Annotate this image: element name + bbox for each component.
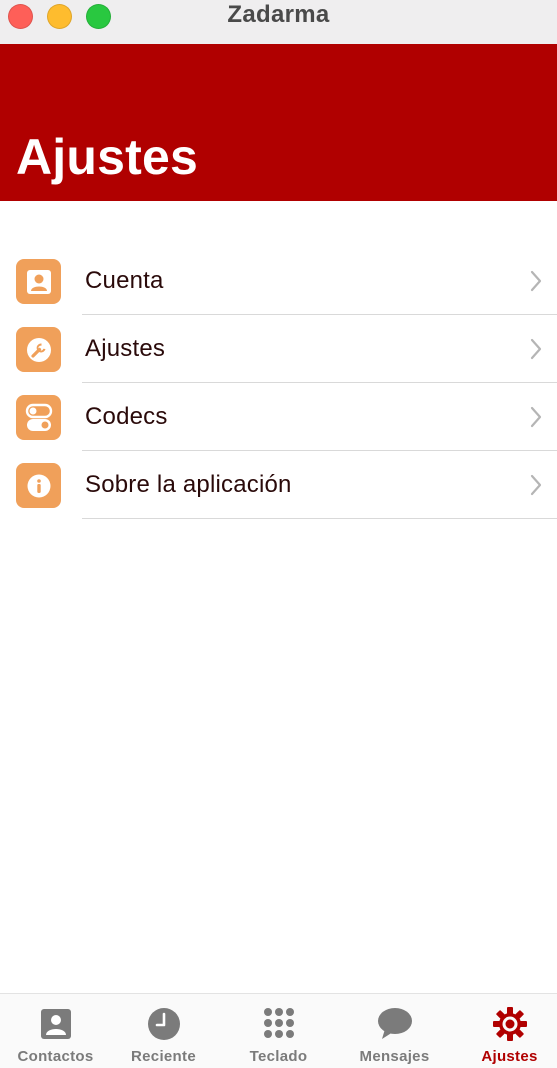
tab-reciente[interactable]: Reciente [108, 994, 219, 1068]
page-title: Ajustes [16, 129, 199, 185]
menu-item-codecs[interactable]: Codecs [0, 383, 557, 451]
menu-item-cuenta[interactable]: Cuenta [0, 247, 557, 315]
toggles-icon [16, 395, 61, 440]
gear-icon [492, 1006, 528, 1042]
tab-contactos[interactable]: Contactos [0, 994, 111, 1068]
tab-label: Teclado [249, 1048, 308, 1065]
chat-bubble-icon [377, 1006, 413, 1042]
menu-item-label: Sobre la aplicación [85, 471, 292, 498]
menu-item-label: Codecs [85, 403, 168, 430]
tab-ajustes[interactable]: Ajustes [454, 994, 557, 1068]
chevron-right-icon [530, 406, 542, 428]
tab-label: Reciente [131, 1048, 196, 1065]
chevron-right-icon [530, 270, 542, 292]
chevron-right-icon [530, 474, 542, 496]
maximize-window-button[interactable] [86, 4, 111, 29]
tab-teclado[interactable]: Teclado [223, 994, 334, 1068]
menu-item-ajustes[interactable]: Ajustes [0, 315, 557, 383]
window-title: Zadarma [227, 1, 330, 28]
tab-label: Contactos [17, 1048, 94, 1065]
window-controls [8, 4, 111, 29]
wrench-icon [16, 327, 61, 372]
divider [82, 518, 557, 519]
tab-label: Ajustes [481, 1048, 538, 1065]
tab-label: Mensajes [359, 1048, 430, 1065]
app-window: Zadarma Ajustes Cuenta Ajustes Codecs So… [0, 0, 557, 1068]
clock-icon [146, 1006, 182, 1042]
minimize-window-button[interactable] [47, 4, 72, 29]
title-bar: Zadarma [0, 0, 557, 44]
info-icon [16, 463, 61, 508]
tab-bar: Contactos Reciente Teclado Mensajes Ajus… [0, 993, 557, 1068]
tab-mensajes[interactable]: Mensajes [339, 994, 450, 1068]
menu-item-label: Cuenta [85, 267, 164, 294]
contact-card-icon [38, 1006, 74, 1042]
chevron-right-icon [530, 338, 542, 360]
settings-menu: Cuenta Ajustes Codecs Sobre la aplicació… [0, 247, 557, 519]
page-header: Ajustes [0, 44, 557, 201]
close-window-button[interactable] [8, 4, 33, 29]
menu-item-sobre-la-aplicacion[interactable]: Sobre la aplicación [0, 451, 557, 519]
menu-item-label: Ajustes [85, 335, 166, 362]
keypad-icon [261, 1006, 297, 1042]
person-icon [16, 259, 61, 304]
